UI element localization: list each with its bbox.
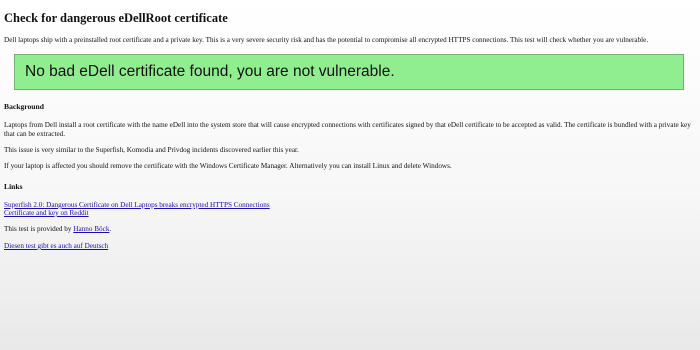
link-superfish-article[interactable]: Superfish 2.0: Dangerous Certificate on … — [4, 201, 694, 209]
intro-text: Dell laptops ship with a preinstalled ro… — [4, 36, 649, 44]
author-link[interactable]: Hanno Böck — [73, 225, 109, 233]
provided-by-suffix: . — [109, 225, 112, 233]
links-list: Superfish 2.0: Dangerous Certificate on … — [4, 201, 694, 217]
background-paragraph-2: This issue is very similar to the Superf… — [4, 146, 299, 154]
result-message: No bad eDell certificate found, you are … — [25, 63, 395, 80]
result-banner: No bad eDell certificate found, you are … — [14, 54, 684, 90]
provided-by-text: This test is provided by Hanno Böck. — [4, 225, 694, 234]
background-paragraph-3: If your laptop is affected you should re… — [4, 162, 452, 170]
page-title: Check for dangerous eDellRoot certificat… — [4, 11, 228, 25]
provided-by-prefix: This test is provided by — [4, 225, 74, 233]
link-reddit-certificate[interactable]: Certificate and key on Reddit — [4, 209, 694, 217]
links-heading: Links — [4, 182, 23, 191]
background-paragraph-1: Laptops from Dell install a root certifi… — [4, 121, 691, 138]
page-content: Check for dangerous eDellRoot certificat… — [4, 0, 694, 251]
german-version-link[interactable]: Diesen test gibt es auch auf Deutsch — [4, 242, 108, 250]
background-heading: Background — [4, 102, 44, 111]
